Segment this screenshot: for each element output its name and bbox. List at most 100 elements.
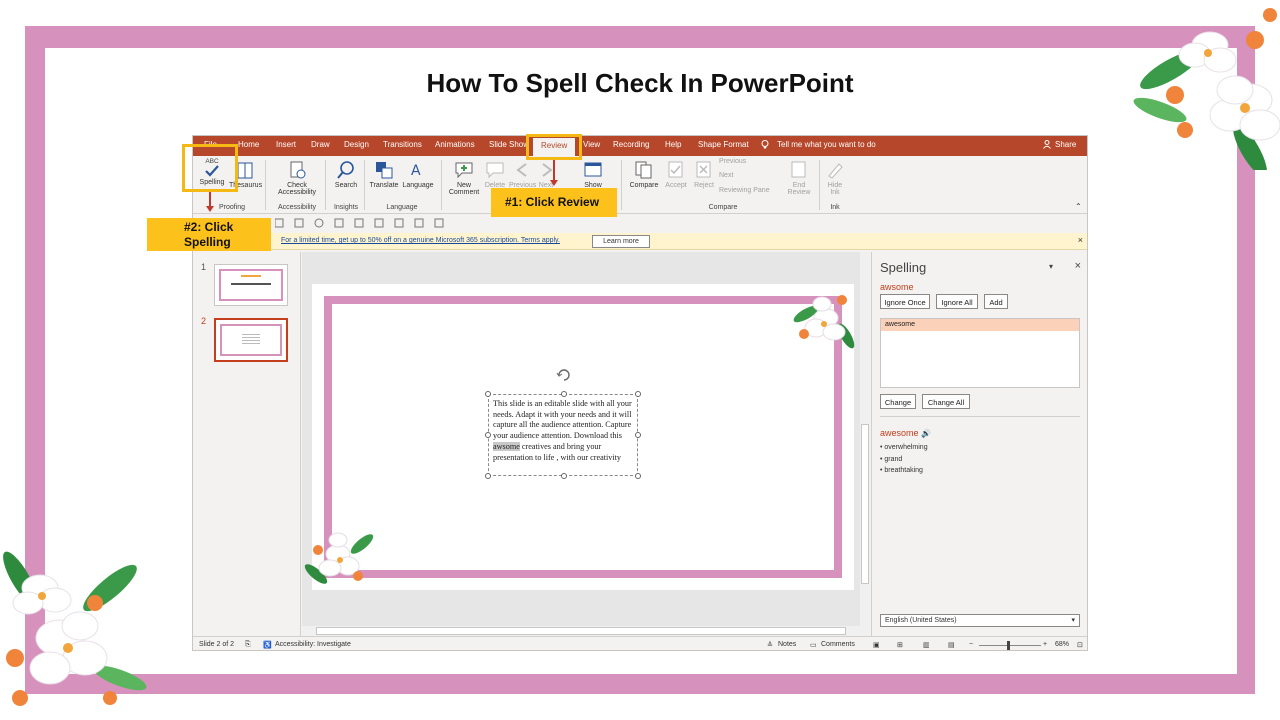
horizontal-scrollbar[interactable] xyxy=(302,626,860,636)
scrollbar-thumb[interactable] xyxy=(861,424,869,584)
reading-view-icon[interactable]: ▥ xyxy=(923,641,930,649)
misspelled-word: awsome xyxy=(880,282,914,292)
tell-me-search[interactable]: Tell me what you want to do xyxy=(777,140,876,149)
previous-comment-button[interactable]: Previous xyxy=(509,160,536,189)
previous-change-label: Previous xyxy=(719,158,747,165)
comments-icon: ▭ xyxy=(810,642,817,649)
notice-close-icon[interactable]: × xyxy=(1078,235,1083,245)
group-separator xyxy=(265,160,266,210)
ignore-all-button[interactable]: Ignore All xyxy=(936,294,978,309)
previous-change-button[interactable]: Previous xyxy=(719,158,746,165)
review-callout-arrowhead xyxy=(550,180,558,186)
reject-button[interactable]: Reject xyxy=(691,160,717,189)
group-label-compare: Compare xyxy=(708,204,738,211)
selected-textbox[interactable]: This slide is an editable slide with all… xyxy=(485,391,641,479)
book-icon xyxy=(237,162,253,179)
zoom-slider-thumb[interactable] xyxy=(1007,641,1010,650)
accessibility-status[interactable]: Accessibility: Investigate xyxy=(275,641,351,648)
share-button[interactable]: Share xyxy=(1055,140,1076,149)
ribbon-tab-bar: File Home Insert Draw Design Transitions… xyxy=(193,136,1087,156)
slide-sorter-icon[interactable]: ⊞ xyxy=(897,641,903,649)
tab-animations[interactable]: Animations xyxy=(435,140,475,149)
resize-handle[interactable] xyxy=(485,391,491,397)
slide: How To Spell Check In PowerPoint File Ho… xyxy=(0,0,1280,720)
ignore-once-button[interactable]: Ignore Once xyxy=(880,294,930,309)
rotate-handle-icon[interactable] xyxy=(556,367,572,383)
tab-draw[interactable]: Draw xyxy=(311,140,330,149)
search-button[interactable]: Search xyxy=(331,160,361,189)
resize-handle[interactable] xyxy=(561,473,567,479)
fit-to-window-icon[interactable]: ⊡ xyxy=(1077,641,1083,649)
tab-design[interactable]: Design xyxy=(344,140,369,149)
compare-label: Compare xyxy=(629,182,659,189)
spelling-button-highlight xyxy=(182,144,238,192)
change-all-button[interactable]: Change All xyxy=(922,394,970,409)
tab-recording[interactable]: Recording xyxy=(613,140,649,149)
spelling-callout-arrowhead xyxy=(206,206,214,212)
slide-thumbnail-1[interactable] xyxy=(214,264,288,306)
scrollbar-thumb[interactable] xyxy=(316,627,846,635)
translate-button[interactable]: Translate xyxy=(369,160,399,189)
zoom-slider[interactable] xyxy=(979,641,1041,650)
group-label-proofing: Proofing xyxy=(218,204,246,211)
normal-view-icon[interactable]: ▣ xyxy=(873,641,880,649)
resize-handle[interactable] xyxy=(635,473,641,479)
end-label: End xyxy=(792,182,806,189)
delete-comment-button[interactable]: Delete xyxy=(483,160,507,189)
tab-insert[interactable]: Insert xyxy=(276,140,296,149)
zoom-in-icon[interactable]: + xyxy=(1043,641,1047,648)
reviewing-pane-button[interactable]: Reviewing Pane xyxy=(719,187,770,194)
zoom-level[interactable]: 68% xyxy=(1055,641,1069,648)
check-accessibility-button[interactable]: Check Accessibility xyxy=(275,160,319,196)
reviewing-pane-label: Reviewing Pane xyxy=(719,187,770,194)
vertical-scrollbar[interactable] xyxy=(860,252,870,636)
check-label: Check xyxy=(287,182,307,189)
slideshow-icon[interactable]: ▤ xyxy=(948,641,955,649)
slide-canvas[interactable]: This slide is an editable slide with all… xyxy=(304,284,855,590)
tab-view[interactable]: View xyxy=(583,140,600,149)
next-change-button[interactable]: Next xyxy=(719,172,733,179)
accept-button[interactable]: Accept xyxy=(663,160,689,189)
textbox-content[interactable]: This slide is an editable slide with all… xyxy=(493,399,637,463)
group-separator xyxy=(325,160,326,210)
canvas-flower-top-right xyxy=(793,295,855,349)
compare-button[interactable]: Compare xyxy=(627,160,661,189)
tab-transitions[interactable]: Transitions xyxy=(383,140,422,149)
notes-button[interactable]: Notes xyxy=(778,641,796,648)
change-button[interactable]: Change xyxy=(880,394,916,409)
comments-button[interactable]: Comments xyxy=(821,641,855,648)
pane-close-icon[interactable]: × xyxy=(1075,260,1081,272)
pane-options-chevron-icon[interactable]: ▾ xyxy=(1049,262,1053,271)
tab-help[interactable]: Help xyxy=(665,140,681,149)
language-button[interactable]: A Language xyxy=(401,160,435,189)
new-comment-button[interactable]: New Comment xyxy=(447,160,481,196)
resize-handle[interactable] xyxy=(561,391,567,397)
subscription-offer-link[interactable]: For a limited time, get up to 50% off on… xyxy=(281,237,560,244)
tab-shape-format[interactable]: Shape Format xyxy=(698,140,749,149)
end-review-button[interactable]: End Review xyxy=(785,160,813,196)
resize-handle[interactable] xyxy=(485,473,491,479)
speaker-icon[interactable]: 🔊 xyxy=(921,429,931,438)
zoom-out-icon[interactable]: − xyxy=(969,641,973,648)
collapse-ribbon-chevron-icon[interactable]: ⌃ xyxy=(1075,202,1082,211)
pane-divider xyxy=(880,416,1080,417)
spelling-status-icon[interactable]: ⎘ xyxy=(245,641,251,649)
resize-handle[interactable] xyxy=(635,391,641,397)
resize-handle[interactable] xyxy=(485,432,491,438)
show-comments-button[interactable]: Show xyxy=(581,160,605,189)
add-button[interactable]: Add xyxy=(984,294,1008,309)
tab-slide-show[interactable]: Slide Show xyxy=(489,140,529,149)
suggestion-item[interactable]: awesome xyxy=(881,319,1079,331)
learn-more-button[interactable]: Learn more xyxy=(592,235,650,248)
callout-click-review: #1: Click Review xyxy=(491,188,617,217)
language-select[interactable]: English (United States) ▾ xyxy=(880,614,1080,627)
group-label-language: Language xyxy=(386,204,418,211)
new-label: New xyxy=(456,182,471,189)
suggestions-list: awesome xyxy=(880,318,1080,388)
thumbnail-frame xyxy=(219,269,283,301)
tab-home[interactable]: Home xyxy=(238,140,259,149)
callout-spelling-line1: #2: Click xyxy=(184,220,234,234)
slide-thumbnail-2[interactable] xyxy=(214,318,288,362)
hide-ink-button[interactable]: Hide Ink xyxy=(823,160,847,196)
resize-handle[interactable] xyxy=(635,432,641,438)
